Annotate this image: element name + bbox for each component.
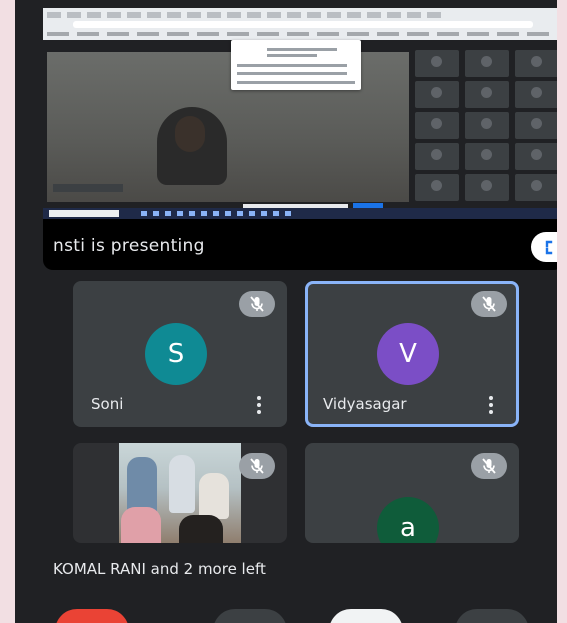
- participant-tile-vidyasagar[interactable]: V Vidyasagar: [305, 281, 519, 427]
- fullscreen-icon: [545, 240, 553, 255]
- more-vert-icon[interactable]: [489, 396, 493, 414]
- fullscreen-button[interactable]: [531, 232, 557, 262]
- shared-popup-dialog: [231, 40, 361, 90]
- presenting-label: nsti is presenting: [53, 236, 205, 256]
- shared-meet-view: [43, 40, 557, 209]
- participant-tile-soni[interactable]: S Soni: [73, 281, 287, 427]
- end-call-button[interactable]: [55, 609, 129, 623]
- shared-taskbar: [43, 208, 557, 219]
- avatar: V: [377, 323, 439, 385]
- mic-off-icon: [471, 453, 507, 479]
- notice-text: KOMAL RANI and 2 more left: [53, 560, 266, 578]
- shared-browser-chrome: [43, 8, 557, 41]
- participant-tile-a[interactable]: a: [305, 443, 519, 543]
- more-vert-icon[interactable]: [257, 396, 261, 414]
- participant-tile-video[interactable]: [73, 443, 287, 543]
- mic-off-icon: [239, 453, 275, 479]
- participant-name: Vidyasagar: [323, 395, 407, 413]
- meet-app: nsti is presenting S Soni V Vidyasagar a…: [15, 0, 557, 623]
- participant-video-feed: [119, 443, 241, 543]
- avatar: a: [377, 497, 439, 543]
- participant-name: Soni: [91, 395, 124, 413]
- presentation-panel[interactable]: nsti is presenting: [43, 8, 557, 270]
- avatar: S: [145, 323, 207, 385]
- more-options-button[interactable]: [455, 609, 529, 623]
- shared-screen-content: [43, 8, 557, 219]
- mic-off-icon: [239, 291, 275, 317]
- mic-off-icon: [471, 291, 507, 317]
- camera-button[interactable]: [329, 609, 403, 623]
- microphone-button[interactable]: [213, 609, 287, 623]
- call-controls: [15, 593, 557, 623]
- shared-participant-grid: [415, 50, 557, 202]
- participants-left-notice: KOMAL RANI and 2 more left: [42, 546, 557, 592]
